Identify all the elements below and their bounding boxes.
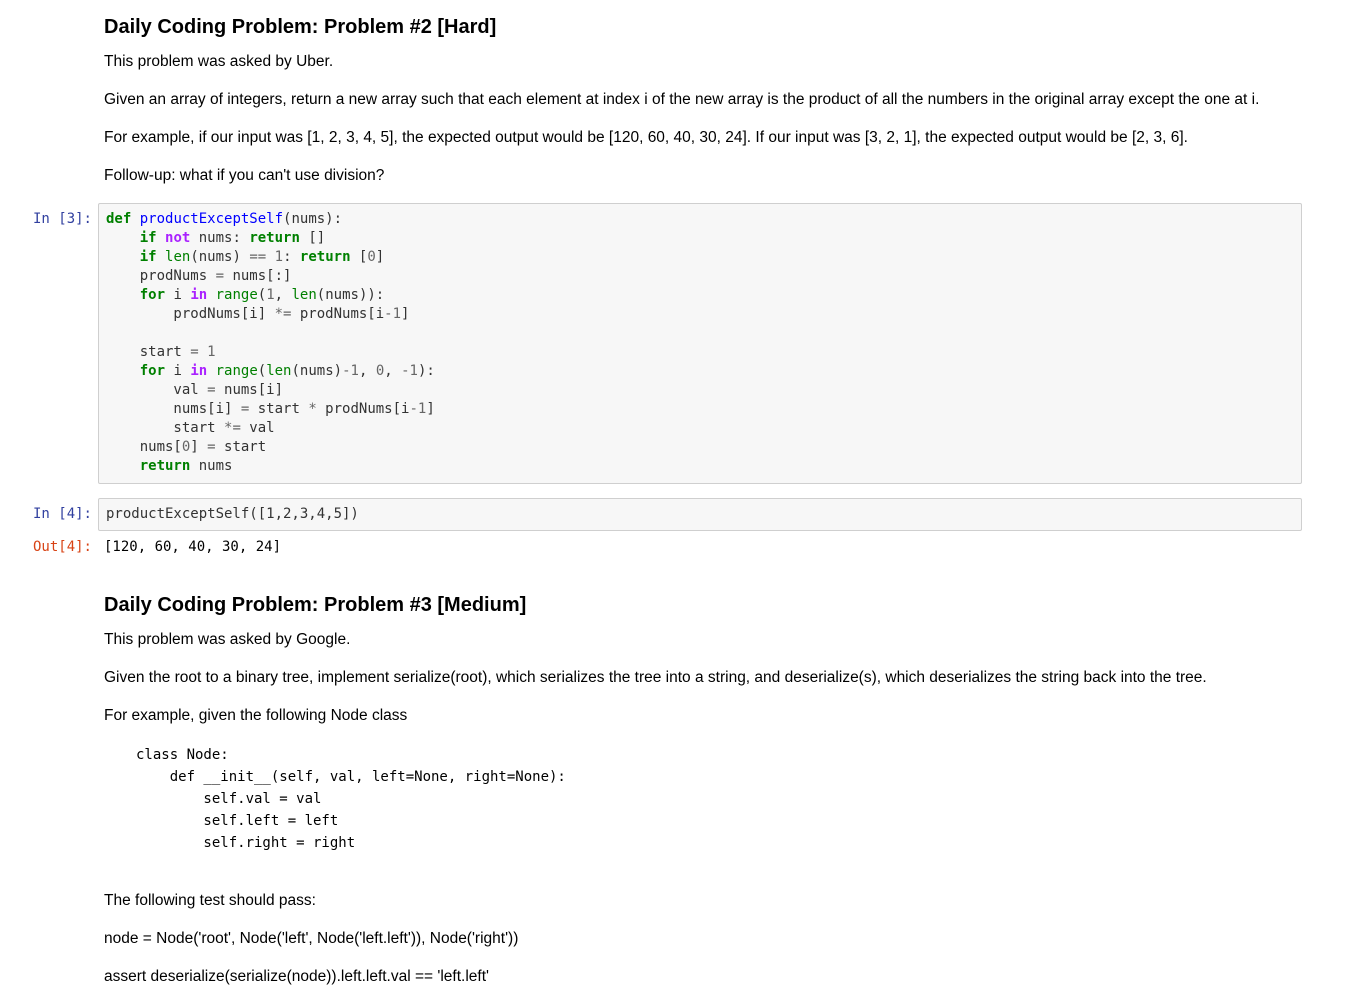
node-class-code-line: self.right = right: [136, 835, 356, 851]
problem-3-title: Daily Coding Problem: Problem #3 [Medium…: [104, 594, 527, 616]
problem-3-test-node: node = Node('root', Node('left', Node('l…: [104, 930, 519, 947]
problem-2-title: Daily Coding Problem: Problem #2 [Hard]: [104, 16, 497, 38]
node-class-code-line: def __init__(self, val, left=None, right…: [136, 769, 566, 785]
cell-4-output: [120, 60, 40, 30, 24]: [104, 539, 282, 555]
problem-2-asked-by: This problem was asked by Uber.: [104, 53, 334, 70]
problem-3-asked-by: This problem was asked by Google.: [104, 631, 351, 648]
problem-3-test-assert: assert deserialize(serialize(node)).left…: [104, 968, 489, 985]
node-class-code-block: class Node: def __init__(self, val, left…: [136, 744, 566, 854]
cell-4-output-prompt: Out[4]:: [32, 539, 92, 555]
code-cell-3-source[interactable]: def productExceptSelf(nums): if not nums…: [106, 210, 435, 476]
cell-3-prompt: In [3]:: [32, 211, 92, 227]
problem-2-description: Given an array of integers, return a new…: [104, 91, 1260, 108]
code-cell-4-source[interactable]: productExceptSelf([1,2,3,4,5]): [106, 505, 359, 524]
node-class-code-line: class Node:: [136, 747, 229, 763]
problem-2-followup: Follow-up: what if you can't use divisio…: [104, 167, 385, 184]
problem-3-example-intro: For example, given the following Node cl…: [104, 707, 408, 724]
problem-3-test-intro: The following test should pass:: [104, 892, 316, 909]
problem-3-description: Given the root to a binary tree, impleme…: [104, 669, 1207, 686]
node-class-code-line: self.left = left: [136, 813, 339, 829]
cell-4-prompt: In [4]:: [32, 506, 92, 522]
problem-2-example: For example, if our input was [1, 2, 3, …: [104, 129, 1188, 146]
node-class-code-line: self.val = val: [136, 791, 322, 807]
